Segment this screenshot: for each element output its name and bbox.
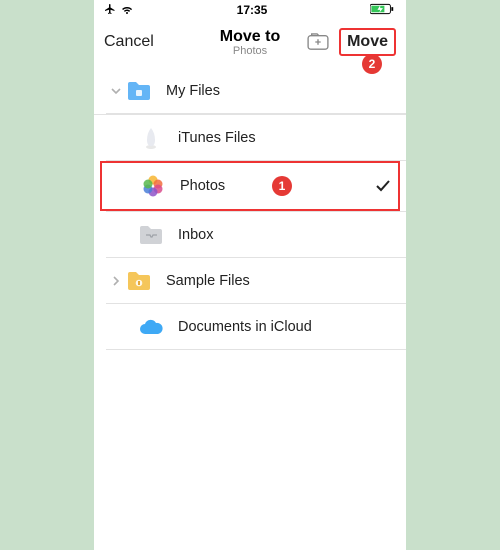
photos-icon <box>140 173 166 199</box>
row-label: My Files <box>166 83 406 99</box>
icloud-icon <box>138 314 164 340</box>
row-photos[interactable]: Photos <box>102 163 398 209</box>
chevron-down-icon <box>106 85 126 97</box>
annotation-badge-1: 1 <box>272 176 292 196</box>
folder-icon <box>126 268 152 294</box>
row-my-files[interactable]: My Files <box>94 68 406 114</box>
move-button[interactable]: Move <box>339 28 396 56</box>
row-label: Inbox <box>178 227 406 243</box>
row-label: Documents in iCloud <box>178 319 406 335</box>
nav-header: Cancel Move to Photos Move <box>94 20 406 64</box>
chevron-right-icon <box>106 275 126 287</box>
checkmark-icon <box>368 179 398 193</box>
airplane-icon <box>104 3 116 18</box>
row-label: Sample Files <box>166 273 406 289</box>
cancel-button[interactable]: Cancel <box>104 33 154 51</box>
folder-icon <box>126 78 152 104</box>
row-sample-files[interactable]: Sample Files <box>94 258 406 304</box>
new-folder-icon[interactable] <box>307 33 329 51</box>
folder-list: My Files iTunes Files <box>94 68 406 350</box>
row-icloud[interactable]: Documents in iCloud <box>94 304 406 350</box>
annotation-highlight-photos: Photos 1 <box>100 161 400 211</box>
wifi-icon <box>120 3 134 18</box>
row-itunes[interactable]: iTunes Files <box>94 115 406 161</box>
battery-icon <box>370 3 396 18</box>
clock: 17:35 <box>237 3 268 17</box>
row-label: iTunes Files <box>178 130 406 146</box>
row-inbox[interactable]: Inbox <box>94 212 406 258</box>
inbox-folder-icon <box>138 222 164 248</box>
status-bar: 17:35 <box>94 0 406 20</box>
phone-frame: 17:35 Cancel Move to Photos Move 2 <box>94 0 406 550</box>
itunes-icon <box>138 125 164 151</box>
